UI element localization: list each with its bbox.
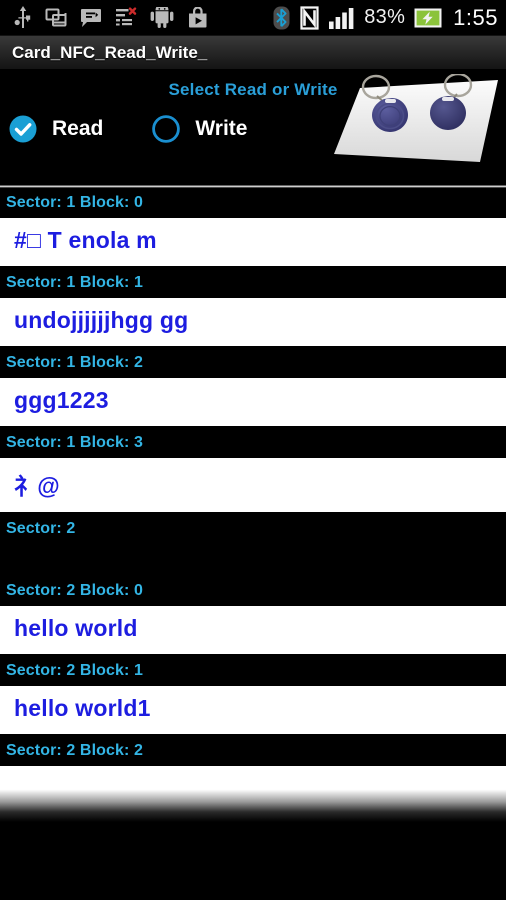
sector-header: Sector: 1 Block: 2 [0,348,506,378]
list-item[interactable]: Sector: 2 Block: 0 hello world [0,576,506,654]
radio-label-read: Read [52,117,104,140]
sector-block-list[interactable]: Sector: 1 Block: 0 #□ T enola m Sector: … [0,188,506,822]
list-item[interactable]: Sector: 2 Block: 2 [0,736,506,822]
battery-percent-label: 83% [364,6,406,28]
status-bar: 83% 1:55 [0,0,506,36]
radio-label-write: Write [195,117,248,140]
block-value[interactable]: undojjjjjjhgg gg [0,298,506,346]
sector-header: Sector: 2 Block: 2 [0,736,506,766]
block-value[interactable]: hello world1 [0,686,506,734]
block-value[interactable]: 礻@ [0,458,506,512]
task-list-error-icon [115,7,137,28]
status-bar-right-icons: 83% 1:55 [273,5,498,31]
list-item[interactable]: Sector: 2 Block: 1 hello world1 [0,656,506,734]
radio-option-write[interactable]: Write [149,112,247,146]
list-item[interactable]: Sector: 2 [0,514,506,576]
bluetooth-icon [273,6,290,30]
radio-option-read[interactable]: Read [6,112,103,146]
list-item[interactable]: Sector: 1 Block: 1 undojjjjjjhgg gg [0,268,506,346]
app-title: Card_NFC_Read_Write_ [12,42,208,62]
block-value[interactable]: #□ T enola m [0,218,506,266]
list-item[interactable]: Sector: 1 Block: 0 #□ T enola m [0,188,506,266]
block-value[interactable] [0,766,506,822]
status-bar-left-icons [14,5,273,30]
sector-header: Sector: 2 [0,514,506,576]
clock-label: 1:55 [453,4,498,30]
list-item[interactable]: Sector: 1 Block: 3 礻@ [0,428,506,512]
battery-charging-icon [414,8,442,28]
sector-header: Sector: 2 Block: 0 [0,576,506,606]
nfc-icon [299,5,320,30]
app-screen: 83% 1:55 Card_NFC_Read_Write_ Select Rea… [0,0,506,900]
android-icon [150,7,174,28]
block-value[interactable]: hello world [0,606,506,654]
play-store-icon [187,7,209,28]
radio-unchecked-icon[interactable] [149,112,183,146]
sector-header: Sector: 1 Block: 0 [0,188,506,218]
block-value[interactable]: ggg1223 [0,378,506,426]
screen-mirror-icon [45,8,67,28]
select-mode-panel: Select Read or Write Read Write [0,70,506,185]
sector-header: Sector: 2 Block: 1 [0,656,506,686]
sector-header: Sector: 1 Block: 3 [0,428,506,458]
sms-message-icon [80,8,102,28]
action-bar: Card_NFC_Read_Write_ [0,36,506,70]
sector-header: Sector: 1 Block: 1 [0,268,506,298]
list-item[interactable]: Sector: 1 Block: 2 ggg1223 [0,348,506,426]
radio-checked-icon[interactable] [6,112,40,146]
nfc-key-fobs-photo [330,74,498,166]
signal-bars-icon [329,7,355,29]
usb-icon [14,5,32,30]
